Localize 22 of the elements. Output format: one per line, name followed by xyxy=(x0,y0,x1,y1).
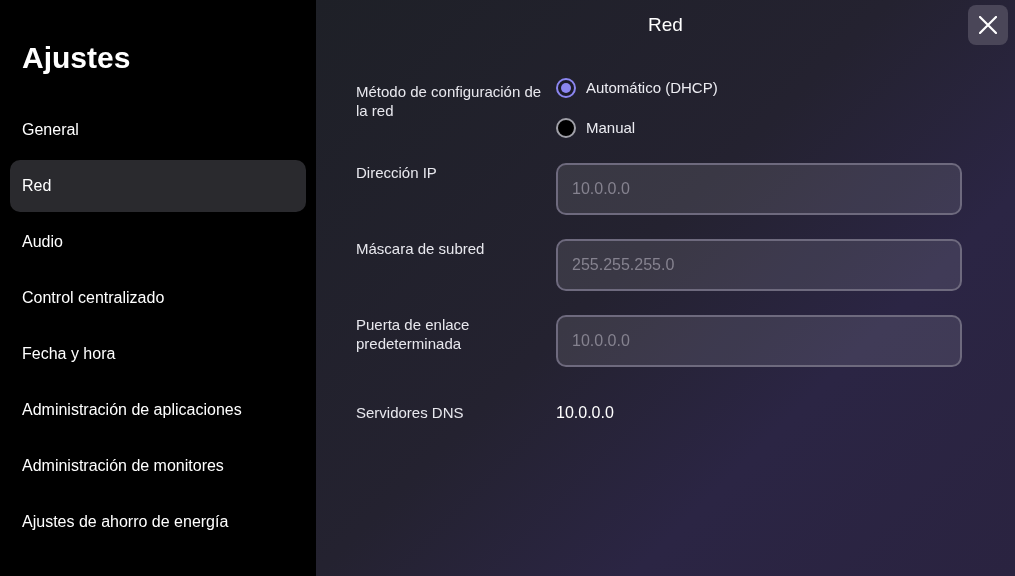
setting-value: 10.0.0.0 xyxy=(556,403,615,422)
panel-title: Red xyxy=(648,12,683,37)
setting-label: Método de configuración de la red xyxy=(356,82,543,120)
sidebar-item[interactable]: Red xyxy=(10,160,306,212)
radio-label[interactable]: Automático (DHCP) xyxy=(586,77,718,99)
sidebar-item[interactable]: Control centralizado xyxy=(10,272,306,324)
setting-label: Servidores DNS xyxy=(356,403,465,422)
radio-button[interactable] xyxy=(556,78,576,98)
sidebar-item[interactable]: Audio xyxy=(10,216,306,268)
setting-label: Puerta de enlace predeterminada xyxy=(356,315,471,353)
setting-label: Dirección IP xyxy=(356,163,438,182)
sidebar-item[interactable]: Administración de aplicaciones xyxy=(10,384,306,436)
sidebar-item[interactable]: Ajustes de ahorro de energía xyxy=(10,496,306,548)
sidebar-title: Ajustes xyxy=(22,40,132,76)
sidebar-item[interactable]: Fecha y hora xyxy=(10,328,306,380)
close-button[interactable] xyxy=(968,5,1008,45)
setting-label: Máscara de subred xyxy=(356,239,486,258)
sidebar-item[interactable]: General xyxy=(10,104,306,156)
radio-label[interactable]: Manual xyxy=(586,117,636,139)
close-icon xyxy=(979,16,997,34)
radio-button[interactable] xyxy=(556,118,576,138)
sidebar-item[interactable]: Administración de monitores xyxy=(10,440,306,492)
